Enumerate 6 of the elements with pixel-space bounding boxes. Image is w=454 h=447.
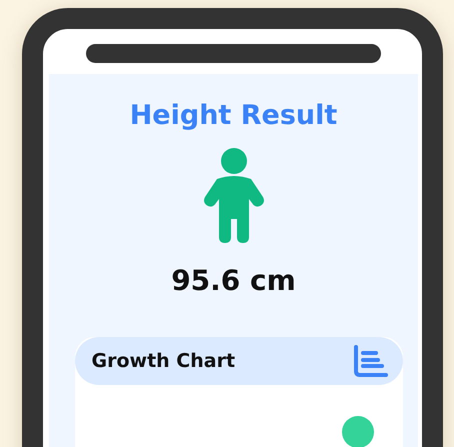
result-title: Height Result xyxy=(130,99,338,133)
chart-dot xyxy=(342,416,374,447)
child-icon xyxy=(202,147,264,243)
card-title: Growth Chart xyxy=(92,350,236,372)
height-value: 95.6 cm xyxy=(171,263,296,299)
bar-chart-icon[interactable] xyxy=(352,345,388,377)
